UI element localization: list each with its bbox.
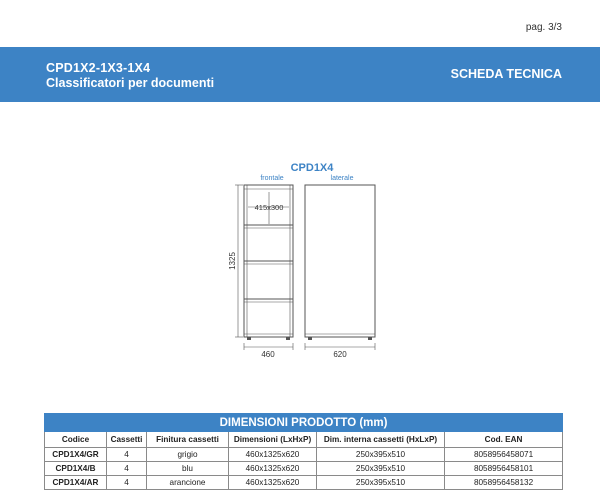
table-header-row: Codice Cassetti Finitura cassetti Dimens… bbox=[44, 431, 564, 448]
table-title-row: DIMENSIONI PRODOTTO (mm) bbox=[43, 413, 564, 432]
cell-inner-dimensions: 250x395x510 bbox=[316, 447, 445, 462]
cell-dimensions: 460x1325x620 bbox=[228, 447, 317, 462]
side-view-label: laterale bbox=[331, 175, 354, 182]
side-foot-right bbox=[368, 337, 372, 340]
cell-dimensions: 460x1325x620 bbox=[228, 461, 317, 476]
column-header-drawers: Cassetti bbox=[106, 431, 147, 448]
drawing-title: CPD1X4 bbox=[291, 162, 335, 174]
cell-ean: 8058956458101 bbox=[443, 461, 564, 476]
cell-ean: 8058956458132 bbox=[443, 475, 564, 490]
depth-dimension-label: 620 bbox=[333, 350, 347, 359]
cell-ean: 8058956458071 bbox=[443, 447, 564, 462]
header-banner: CPD1X2-1X3-1X4 Classificatori per docume… bbox=[0, 47, 600, 102]
table-row: CPD1X4/AR 4 arancione 460x1325x620 250x3… bbox=[44, 475, 564, 490]
height-dimension-label: 1325 bbox=[228, 252, 237, 270]
cell-finish: arancione bbox=[146, 475, 229, 490]
dimensions-table: DIMENSIONI PRODOTTO (mm) Codice Cassetti… bbox=[43, 413, 564, 490]
cell-dimensions: 460x1325x620 bbox=[228, 475, 317, 490]
column-header-ean: Cod. EAN bbox=[443, 431, 564, 448]
cell-drawers: 4 bbox=[106, 475, 147, 490]
cell-inner-dimensions: 250x395x510 bbox=[316, 475, 445, 490]
width-dimension-line bbox=[243, 343, 294, 350]
cell-finish: blu bbox=[146, 461, 229, 476]
cell-code: CPD1X4/GR bbox=[44, 447, 107, 462]
front-foot-right bbox=[286, 337, 290, 340]
cell-code: CPD1X4/AR bbox=[44, 475, 107, 490]
column-header-dimensions: Dimensioni (LxHxP) bbox=[228, 431, 317, 448]
side-foot-left bbox=[308, 337, 312, 340]
side-view bbox=[304, 184, 376, 340]
table-row: CPD1X4/GR 4 grigio 460x1325x620 250x395x… bbox=[44, 447, 564, 462]
cell-finish: grigio bbox=[146, 447, 229, 462]
side-cabinet-outline bbox=[304, 184, 376, 338]
table-title: DIMENSIONI PRODOTTO (mm) bbox=[43, 413, 564, 432]
depth-dimension-line bbox=[304, 343, 376, 350]
front-view-label: frontale bbox=[260, 175, 283, 182]
cell-inner-dimensions: 250x395x510 bbox=[316, 461, 445, 476]
cell-code: CPD1X4/B bbox=[44, 461, 107, 476]
technical-drawing: CPD1X4 frontale laterale 415x300 1325 46… bbox=[0, 150, 600, 370]
column-header-code: Codice bbox=[44, 431, 107, 448]
front-foot-left bbox=[247, 337, 251, 340]
technical-sheet-label: SCHEDA TECNICA bbox=[450, 67, 562, 81]
page-number: pag. 3/3 bbox=[525, 22, 562, 33]
product-code-title: CPD1X2-1X3-1X4 bbox=[46, 61, 151, 75]
column-header-finish: Finitura cassetti bbox=[146, 431, 229, 448]
width-dimension-label: 460 bbox=[261, 350, 275, 359]
product-subtitle: Classificatori per documenti bbox=[46, 76, 215, 90]
drawing-svg: CPD1X4 frontale laterale 415x300 1325 46… bbox=[228, 162, 376, 359]
column-header-inner-dimensions: Dim. interna cassetti (HxLxP) bbox=[316, 431, 445, 448]
cell-drawers: 4 bbox=[106, 447, 147, 462]
cell-drawers: 4 bbox=[106, 461, 147, 476]
table-row: CPD1X4/B 4 blu 460x1325x620 250x395x510 … bbox=[44, 461, 564, 476]
drawer-inner-dimension: 415x300 bbox=[255, 203, 284, 212]
